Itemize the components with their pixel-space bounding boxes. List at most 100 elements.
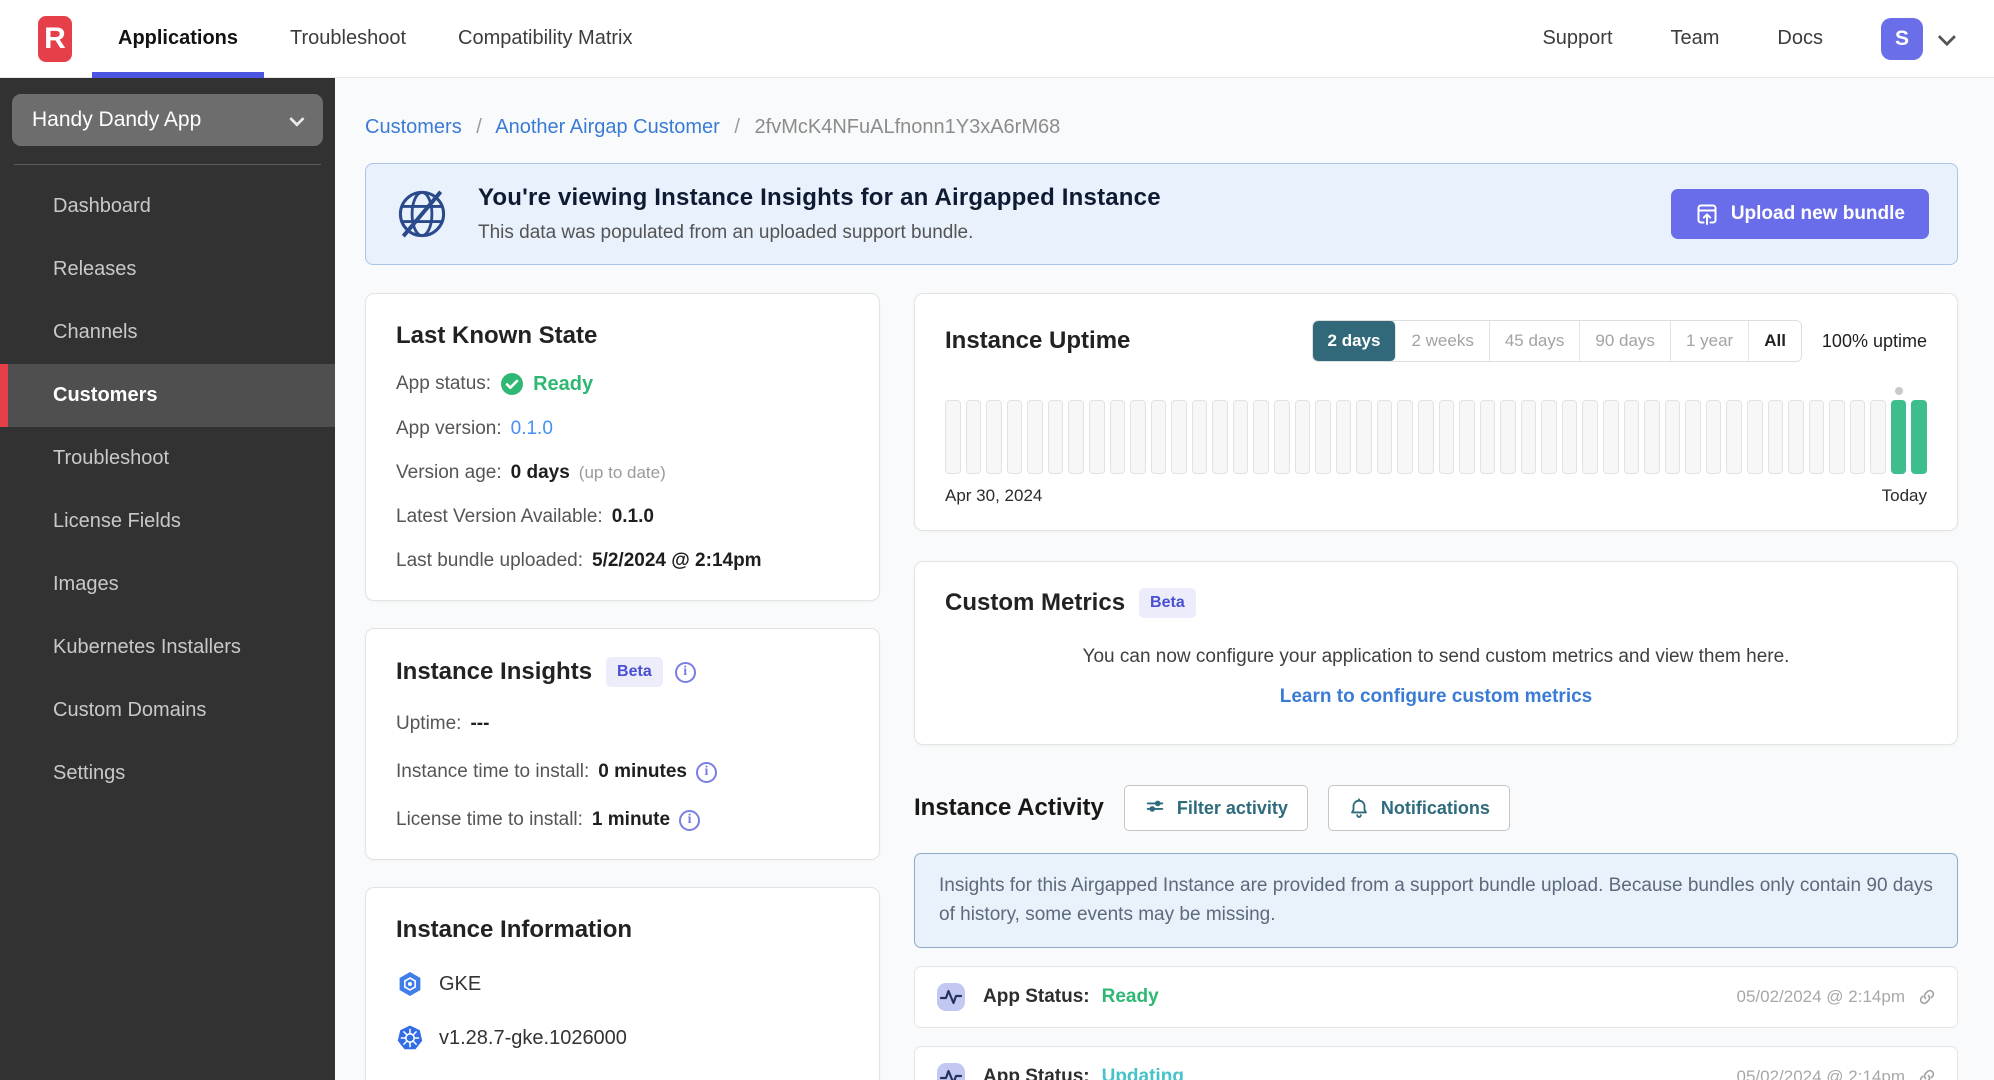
uptime-bar-no-data[interactable] [1376, 400, 1393, 474]
permalink-icon[interactable] [1917, 1067, 1937, 1080]
uptime-bar-no-data[interactable] [945, 400, 961, 474]
range-button-90-days[interactable]: 90 days [1580, 321, 1671, 361]
uptime-bar-no-data[interactable] [1623, 400, 1640, 474]
uptime-bar-no-data[interactable] [1232, 400, 1249, 474]
sidebar-item-troubleshoot[interactable]: Troubleshoot [0, 427, 335, 490]
uptime-bar-no-data[interactable] [1212, 400, 1228, 474]
airgap-activity-notice: Insights for this Airgapped Instance are… [914, 853, 1958, 948]
distribution-value: GKE [439, 972, 482, 995]
range-button-2-weeks[interactable]: 2 weeks [1396, 321, 1490, 361]
header-link-docs[interactable]: Docs [1777, 27, 1823, 50]
uptime-bar-no-data[interactable] [1027, 400, 1043, 474]
uptime-bar-no-data[interactable] [1397, 400, 1413, 474]
uptime-bar-no-data[interactable] [1767, 400, 1784, 474]
sidebar-item-custom-domains[interactable]: Custom Domains [0, 679, 335, 742]
uptime-bar-no-data[interactable] [1047, 400, 1064, 474]
sidebar-item-customers[interactable]: Customers [0, 364, 335, 427]
uptime-bar-no-data[interactable] [1541, 400, 1557, 474]
uptime-bar-up[interactable] [1911, 400, 1927, 474]
sidebar-item-images[interactable]: Images [0, 553, 335, 616]
range-button-all[interactable]: All [1749, 321, 1801, 361]
user-avatar[interactable]: S [1881, 17, 1923, 60]
permalink-icon[interactable] [1917, 987, 1937, 1007]
uptime-bar-no-data[interactable] [1788, 400, 1804, 474]
primary-nav: Applications Troubleshoot Compatibility … [92, 0, 659, 78]
uptime-bar-no-data[interactable] [1315, 400, 1331, 474]
app-version-link[interactable]: 0.1.0 [511, 418, 553, 440]
uptime-bar-no-data[interactable] [986, 400, 1002, 474]
uptime-bar-no-data[interactable] [1746, 400, 1763, 474]
uptime-bar-no-data[interactable] [1561, 400, 1578, 474]
uptime-bar-no-data[interactable] [1829, 400, 1845, 474]
uptime-bar-no-data[interactable] [1274, 400, 1290, 474]
sidebar-item-settings[interactable]: Settings [0, 742, 335, 805]
instance-activity-title: Instance Activity [914, 794, 1104, 821]
sidebar-item-dashboard[interactable]: Dashboard [0, 175, 335, 238]
uptime-bar-no-data[interactable] [1479, 400, 1496, 474]
uptime-bar-no-data[interactable] [1849, 400, 1866, 474]
sidebar-item-channels[interactable]: Channels [0, 301, 335, 364]
upload-new-bundle-button[interactable]: Upload new bundle [1670, 189, 1929, 239]
nav-tab-applications[interactable]: Applications [92, 0, 265, 78]
nav-tab-troubleshoot[interactable]: Troubleshoot [264, 0, 432, 77]
uptime-bar-no-data[interactable] [1644, 400, 1660, 474]
uptime-bar-up[interactable] [1890, 400, 1907, 474]
last-bundle-label: Last bundle uploaded: [396, 550, 583, 571]
uptime-bar-no-data[interactable] [1870, 400, 1886, 474]
uptime-bar-no-data[interactable] [1253, 400, 1269, 474]
uptime-bar-no-data[interactable] [1150, 400, 1167, 474]
range-button-45-days[interactable]: 45 days [1489, 321, 1581, 361]
uptime-bar-no-data[interactable] [965, 400, 982, 474]
app-selector-dropdown[interactable]: Handy Dandy App [12, 94, 323, 146]
filter-activity-button[interactable]: Filter activity [1123, 785, 1308, 831]
info-icon[interactable]: i [674, 661, 696, 683]
breadcrumb-customer-link[interactable]: Another Airgap Customer [495, 116, 720, 138]
uptime-bar-no-data[interactable] [1664, 400, 1681, 474]
header-link-team[interactable]: Team [1671, 27, 1720, 50]
check-circle-icon [500, 372, 524, 396]
uptime-bar-no-data[interactable] [1500, 400, 1516, 474]
uptime-end-label: Today [1881, 486, 1927, 505]
sidebar-item-releases[interactable]: Releases [0, 238, 335, 301]
sidebar-item-kubernetes-installers[interactable]: Kubernetes Installers [0, 616, 335, 679]
uptime-bar-no-data[interactable] [1356, 400, 1372, 474]
uptime-bar-no-data[interactable] [1582, 400, 1598, 474]
uptime-bar-no-data[interactable] [1068, 400, 1084, 474]
uptime-bar-no-data[interactable] [1808, 400, 1825, 474]
uptime-bar-no-data[interactable] [1335, 400, 1352, 474]
uptime-bar-no-data[interactable] [1417, 400, 1434, 474]
uptime-bar-no-data[interactable] [1603, 400, 1619, 474]
uptime-bar-no-data[interactable] [1459, 400, 1475, 474]
uptime-bar-no-data[interactable] [1171, 400, 1187, 474]
uptime-bar-no-data[interactable] [1006, 400, 1023, 474]
instance-information-card: Instance Information GKE v1.28.7-gke.102… [365, 887, 880, 1080]
uptime-bar-no-data[interactable] [1109, 400, 1126, 474]
info-icon[interactable]: i [695, 761, 717, 783]
sidebar-item-license-fields[interactable]: License Fields [0, 490, 335, 553]
activity-timestamp: 05/02/2024 @ 2:14pm [1736, 986, 1906, 1006]
breadcrumb-customers-link[interactable]: Customers [365, 116, 462, 138]
activity-timestamp: 05/02/2024 @ 2:14pm [1736, 1066, 1906, 1080]
version-age-note: (up to date) [578, 463, 666, 482]
latest-version-value: 0.1.0 [611, 506, 654, 527]
uptime-bar-no-data[interactable] [1438, 400, 1455, 474]
uptime-bar-no-data[interactable] [1520, 400, 1537, 474]
uptime-bar-no-data[interactable] [1726, 400, 1742, 474]
user-menu-chevron-down-icon[interactable] [1937, 27, 1957, 47]
replicated-logo[interactable]: R [38, 15, 72, 62]
uptime-bar-no-data[interactable] [1705, 400, 1722, 474]
header-link-support[interactable]: Support [1542, 27, 1612, 50]
range-button-1-year[interactable]: 1 year [1670, 321, 1750, 361]
range-button-2-days[interactable]: 2 days [1312, 321, 1397, 361]
configure-custom-metrics-link[interactable]: Learn to configure custom metrics [1280, 686, 1593, 708]
uptime-bar-no-data[interactable] [1130, 400, 1146, 474]
uptime-bar-no-data[interactable] [1191, 400, 1208, 474]
uptime-bar-no-data[interactable] [1685, 400, 1701, 474]
uptime-bar-no-data[interactable] [1294, 400, 1311, 474]
notifications-button[interactable]: Notifications [1327, 785, 1510, 831]
info-icon[interactable]: i [679, 809, 701, 831]
nav-tab-compatibility-matrix[interactable]: Compatibility Matrix [432, 0, 658, 77]
activity-event-label: App Status: [983, 1065, 1090, 1080]
uptime-bar-no-data[interactable] [1088, 400, 1105, 474]
uptime-range-group: 2 days 2 weeks 45 days 90 days 1 year Al… [1311, 320, 1802, 362]
